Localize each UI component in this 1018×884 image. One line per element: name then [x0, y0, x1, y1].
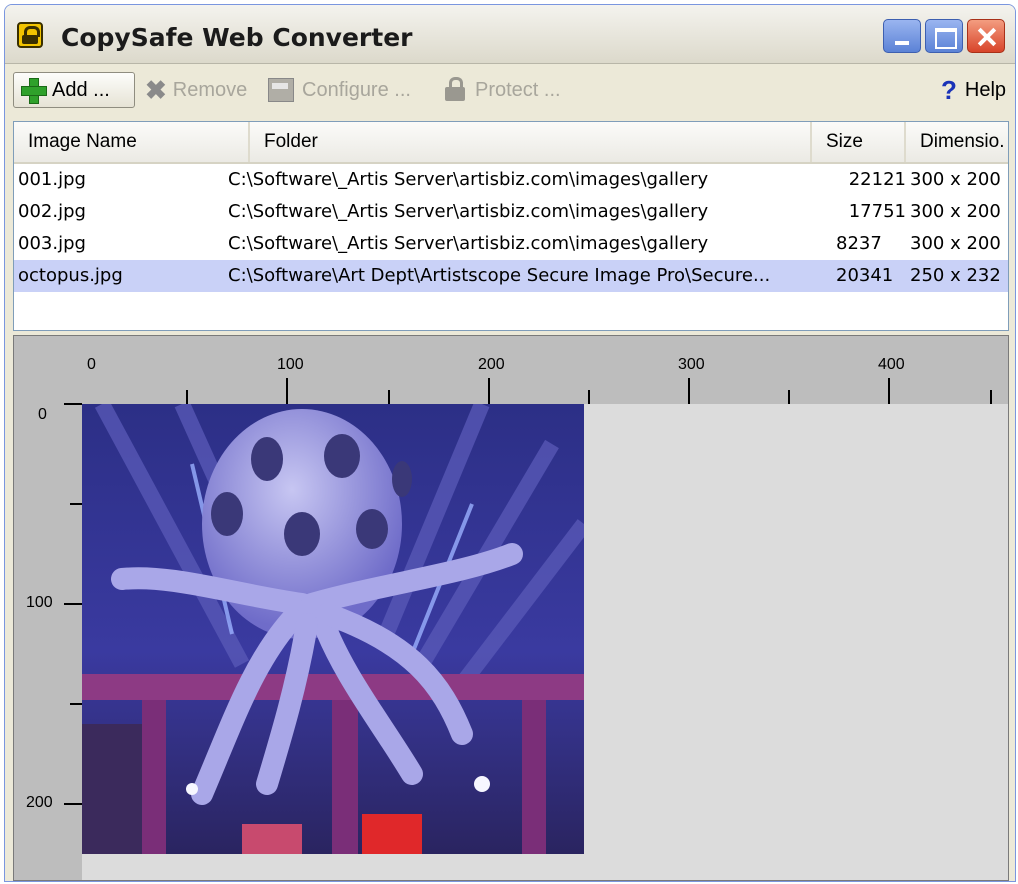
help-label: Help: [964, 78, 1007, 101]
size-cell: 8237: [836, 233, 882, 254]
ruler-label-100: 100: [277, 356, 304, 373]
app-window: CopySafe Web Converter Add ... ✖ Remove …: [4, 4, 1016, 882]
list-item[interactable]: 003.jpg C:\Software\_Artis Server\artisb…: [14, 228, 1008, 260]
lock-icon: [445, 77, 465, 101]
plus-icon: [20, 77, 47, 104]
ruler-tick: [64, 403, 82, 405]
ruler-label-300: 300: [678, 356, 705, 373]
ruler-tick: [70, 503, 82, 505]
help-icon: ?: [941, 74, 957, 105]
ruler-tick: [64, 803, 82, 805]
ruler-tick: [888, 378, 890, 404]
column-header-image-name[interactable]: Image Name: [14, 122, 250, 162]
ruler-tick: [688, 378, 690, 404]
list-item[interactable]: 002.jpg C:\Software\_Artis Server\artisb…: [14, 196, 1008, 228]
toolbar: Add ... ✖ Remove Configure ... Protect .…: [5, 64, 1015, 116]
ruler-tick: [70, 703, 82, 705]
add-label: Add ...: [52, 78, 110, 101]
size-cell: 17751: [848, 201, 906, 222]
ruler-tick: [64, 603, 82, 605]
ruler-tick: [186, 390, 188, 404]
ruler-label-200: 200: [478, 356, 505, 373]
ruler-tick: [286, 378, 288, 404]
ruler-tick: [388, 390, 390, 404]
remove-button[interactable]: ✖ Remove: [145, 72, 247, 108]
configure-icon: [268, 78, 294, 102]
ruler-tick: [990, 390, 992, 404]
dimensions-cell: 300 x 200: [910, 169, 1001, 190]
ruler-label-200-vertical: 200: [26, 794, 53, 811]
column-header-size[interactable]: Size: [812, 122, 906, 162]
size-cell: 22121: [848, 169, 906, 190]
protect-button[interactable]: Protect ...: [445, 72, 561, 108]
folder-cell: C:\Software\_Artis Server\artisbiz.com\i…: [228, 169, 709, 190]
size-cell: 20341: [836, 265, 894, 286]
image-name-cell: 002.jpg: [18, 201, 86, 222]
maximize-button[interactable]: [925, 19, 963, 53]
ruler-label-0-vertical: 0: [38, 406, 47, 423]
folder-cell: C:\Software\Art Dept\Artistscope Secure …: [228, 265, 771, 286]
ruler-tick: [788, 390, 790, 404]
protect-label: Protect ...: [475, 78, 561, 101]
add-button[interactable]: Add ...: [13, 72, 135, 108]
list-item[interactable]: 001.jpg C:\Software\_Artis Server\artisb…: [14, 164, 1008, 196]
close-button[interactable]: [967, 19, 1005, 53]
dimensions-cell: 300 x 200: [910, 201, 1001, 222]
help-button[interactable]: ? Help: [941, 72, 1006, 108]
octopus-image: [82, 404, 584, 854]
ruler-tick: [488, 378, 490, 404]
ruler-label-400: 400: [878, 356, 905, 373]
column-header-dimensions[interactable]: Dimensio.: [906, 122, 1010, 162]
dimensions-cell: 250 x 232: [910, 265, 1001, 286]
ruler-label-0: 0: [87, 356, 96, 373]
lock-app-icon: [17, 22, 43, 48]
window-title: CopySafe Web Converter: [61, 23, 413, 52]
folder-cell: C:\Software\_Artis Server\artisbiz.com\i…: [228, 233, 709, 254]
minimize-button[interactable]: [883, 19, 921, 53]
image-preview-pane[interactable]: 0 100 200 300 400 0 100 200: [13, 335, 1009, 881]
vertical-ruler: 0 100 200: [14, 336, 82, 880]
image-name-cell: 003.jpg: [18, 233, 86, 254]
remove-label: Remove: [172, 78, 248, 101]
column-header-folder[interactable]: Folder: [250, 122, 812, 162]
image-name-cell: 001.jpg: [18, 169, 86, 190]
ruler-label-100-vertical: 100: [26, 594, 53, 611]
image-list[interactable]: Image Name Folder Size Dimensio. 001.jpg…: [13, 121, 1009, 331]
list-header: Image Name Folder Size Dimensio.: [14, 122, 1008, 164]
folder-cell: C:\Software\_Artis Server\artisbiz.com\i…: [228, 201, 709, 222]
remove-x-icon: ✖: [145, 74, 167, 105]
image-name-cell: octopus.jpg: [18, 265, 123, 286]
configure-button[interactable]: Configure ...: [268, 72, 411, 108]
ruler-tick: [588, 390, 590, 404]
dimensions-cell: 300 x 200: [910, 233, 1001, 254]
configure-label: Configure ...: [302, 78, 411, 101]
horizontal-ruler: 0 100 200 300 400: [14, 336, 1008, 404]
list-item-selected[interactable]: octopus.jpg C:\Software\Art Dept\Artists…: [14, 260, 1008, 292]
title-bar[interactable]: CopySafe Web Converter: [5, 5, 1015, 64]
